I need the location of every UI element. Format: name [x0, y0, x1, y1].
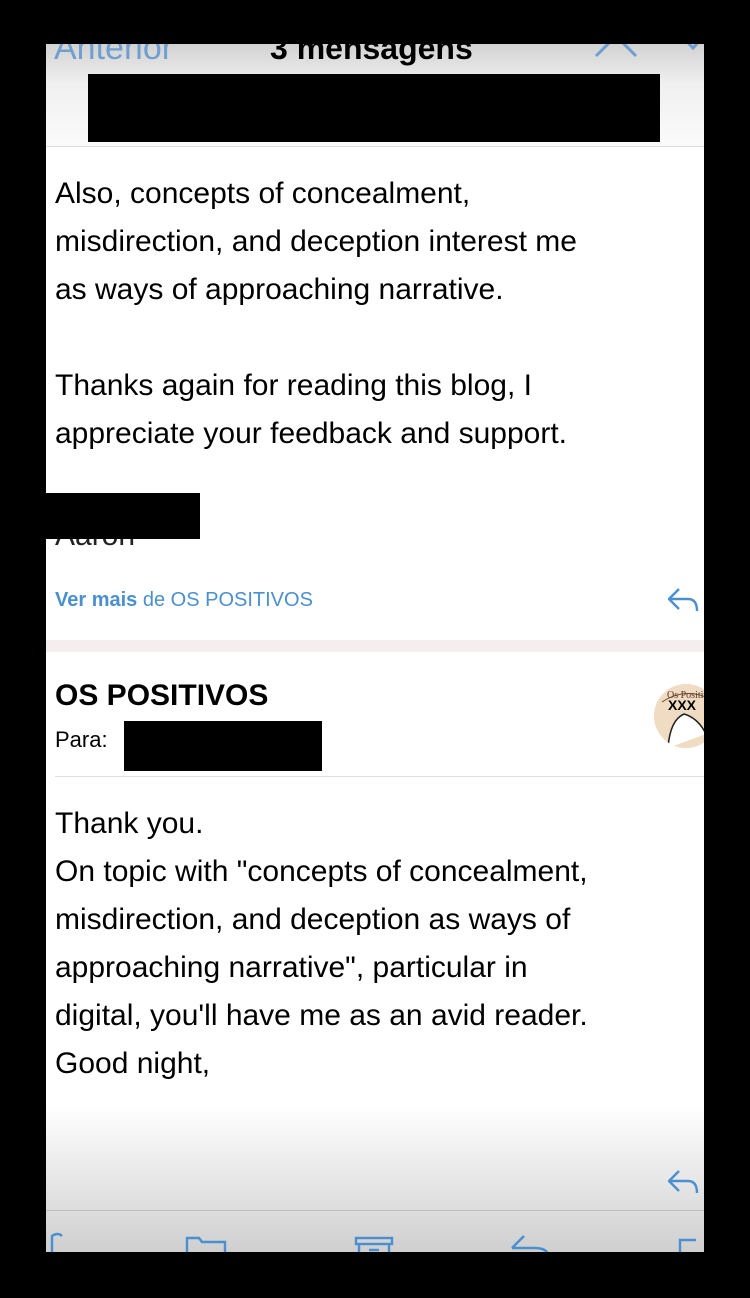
body-line: Also, concepts of concealment,: [55, 177, 471, 210]
see-more-source[interactable]: de OS POSITIVOS: [143, 589, 313, 611]
reply-icon[interactable]: [666, 1168, 700, 1196]
redacted-recipient: [124, 721, 322, 771]
body-line: appreciate your feedback and support.: [55, 417, 568, 450]
divider: [55, 776, 704, 777]
body-line: misdirection, and deception interest me: [55, 225, 577, 258]
avatar-logo-icon: Os Positivos XXX: [655, 685, 704, 748]
see-more-label[interactable]: Ver mais: [55, 589, 137, 611]
body-line: approaching narrative", particular in: [55, 951, 528, 984]
compose-icon[interactable]: [678, 1230, 704, 1252]
avatar-mark: XXX: [668, 697, 697, 713]
mail-screen: Anterior 3 mensagens Also, concepts of c…: [46, 44, 704, 1252]
folder-icon[interactable]: [184, 1230, 228, 1252]
body-line: misdirection, and deception as ways of: [55, 903, 571, 936]
redacted-subject: [88, 74, 660, 142]
archive-icon[interactable]: [352, 1230, 396, 1252]
chevron-up-icon[interactable]: [594, 44, 638, 60]
reply-icon[interactable]: [666, 586, 700, 614]
back-button[interactable]: Anterior: [54, 44, 173, 68]
body-line: On topic with "concepts of concealment,: [55, 855, 588, 888]
body-line: Thanks again for reading this blog, I: [55, 369, 532, 402]
reply-icon[interactable]: [508, 1230, 552, 1252]
avatar[interactable]: Os Positivos XXX: [654, 684, 704, 748]
thread-title: 3 mensagens: [270, 44, 473, 66]
flag-icon[interactable]: [46, 1230, 84, 1252]
navigation-bar: Anterior 3 mensagens: [46, 44, 704, 148]
body-line: digital, you'll have me as an avid reade…: [55, 999, 588, 1032]
divider: [46, 146, 704, 147]
body-line: Good night,: [55, 1047, 211, 1080]
body-line: Thank you.: [55, 807, 204, 840]
sender-name[interactable]: OS POSITIVOS: [55, 678, 268, 714]
toolbar-divider: [46, 1210, 704, 1211]
chevron-down-icon[interactable]: [678, 44, 704, 54]
see-more-link[interactable]: Ver mais de OS POSITIVOS: [55, 588, 313, 612]
redacted-signature: [46, 493, 200, 539]
message-separator: [46, 640, 704, 652]
body-line: as ways of approaching narrative.: [55, 273, 504, 306]
to-label: Para:: [55, 727, 108, 752]
